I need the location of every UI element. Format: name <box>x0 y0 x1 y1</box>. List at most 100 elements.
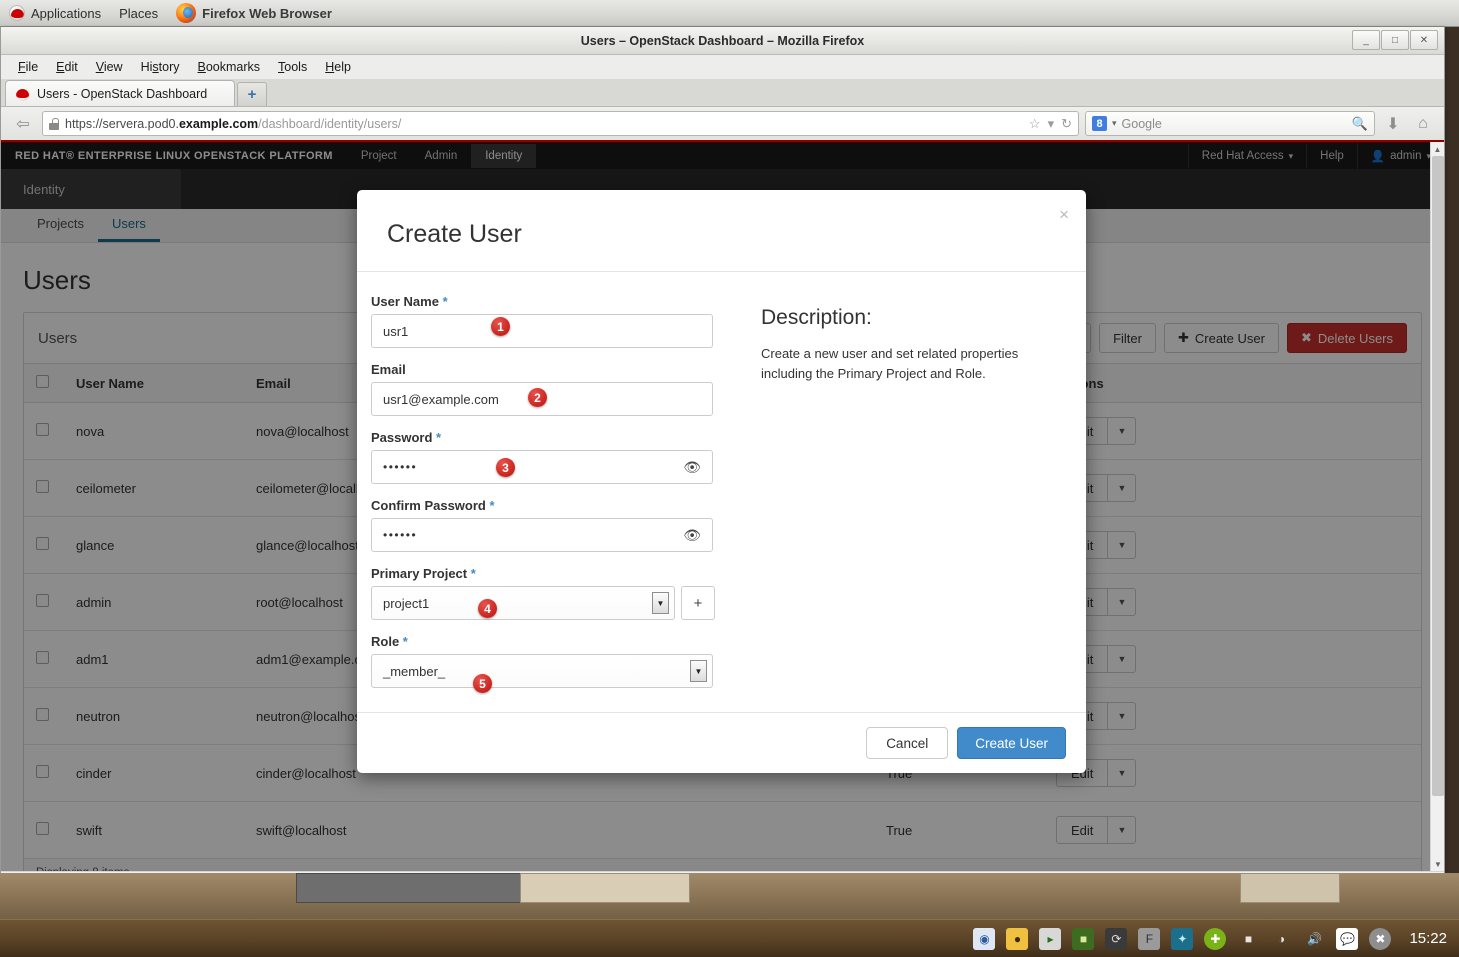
url-scheme: https://servera.pod0. <box>65 116 179 131</box>
role-select[interactable]: _member_ ▼ <box>371 654 713 688</box>
lock-icon <box>49 117 59 130</box>
step-marker-1: 1 <box>491 317 510 336</box>
search-bar[interactable]: 8 ▾ Google 🔍 <box>1085 111 1375 136</box>
add-project-button[interactable]: + <box>681 586 715 620</box>
field-confirm-password: Confirm Password * •••••• 👁 <box>371 498 743 552</box>
eye-icon[interactable]: 👁 <box>683 459 701 476</box>
minimize-button[interactable]: _ <box>1352 30 1380 50</box>
scroll-up-icon[interactable]: ▲ <box>1431 142 1444 156</box>
browser-tab-users[interactable]: Users - OpenStack Dashboard <box>5 80 235 106</box>
wifi-icon[interactable]: ◑ <box>1270 928 1292 950</box>
background-window-c[interactable] <box>1240 873 1340 903</box>
description-text: Create a new user and set related proper… <box>761 346 1019 381</box>
required-marker: * <box>436 430 442 445</box>
firefox-icon <box>176 3 197 23</box>
scroll-down-icon[interactable]: ▼ <box>1431 857 1444 871</box>
submit-create-user-button[interactable]: Create User <box>957 727 1066 759</box>
user-name-label: User Name * <box>371 294 743 309</box>
new-tab-button[interactable]: + <box>237 82 267 106</box>
confirm-password-label: Confirm Password * <box>371 498 743 513</box>
modal-footer: Cancel Create User <box>357 712 1086 773</box>
pidgin-icon[interactable]: ● <box>1006 927 1029 950</box>
primary-project-row: project1 ▼ + <box>371 586 743 620</box>
cancel-button[interactable]: Cancel <box>866 727 949 759</box>
page-vertical-scrollbar[interactable]: ▲ ▼ <box>1430 142 1444 871</box>
close-icon[interactable]: × <box>1059 205 1069 225</box>
spiral-icon[interactable]: ⟳ <box>1105 927 1128 950</box>
window-list-firefox[interactable]: Firefox Web Browser <box>167 0 341 26</box>
menu-edit[interactable]: Edit <box>47 58 87 76</box>
volume-icon[interactable]: 🔊 <box>1303 928 1325 950</box>
confirm-password-input[interactable]: •••••• 👁 <box>371 518 713 552</box>
background-window-a[interactable] <box>296 873 526 903</box>
background-window-b[interactable] <box>520 873 690 903</box>
close-button[interactable]: ✕ <box>1410 30 1438 50</box>
chevron-down-icon[interactable]: ▼ <box>652 592 669 614</box>
password-label: Password * <box>371 430 743 445</box>
messages-icon[interactable]: 💬 <box>1336 927 1359 950</box>
step-marker-4: 4 <box>478 599 497 618</box>
menu-file[interactable]: File <box>9 58 47 76</box>
eye-icon[interactable]: 👁 <box>683 527 701 544</box>
description-heading: Description: <box>761 306 872 329</box>
comet-icon[interactable]: ✦ <box>1171 927 1194 950</box>
display-settings-icon[interactable]: ◉ <box>973 927 996 950</box>
font-icon[interactable]: F <box>1138 927 1161 950</box>
confirm-password-value: •••••• <box>383 528 418 542</box>
chevron-down-icon[interactable]: ▼ <box>690 660 707 682</box>
required-marker: * <box>442 294 448 309</box>
window-list-label: Firefox Web Browser <box>202 5 332 21</box>
vertical-scroll-thumb[interactable] <box>1432 156 1444 796</box>
maximize-button[interactable]: □ <box>1381 30 1409 50</box>
field-role: Role * _member_ ▼ <box>371 634 743 688</box>
chevron-down-icon[interactable]: ▾ <box>1048 116 1055 132</box>
address-bar-url: https://servera.pod0.example.com/dashboa… <box>65 117 1023 131</box>
email-value: usr1@example.com <box>383 391 499 407</box>
user-name-label-text: User Name <box>371 294 439 309</box>
url-domain: example.com <box>178 116 259 131</box>
window-controls: _ □ ✕ <box>1352 30 1438 50</box>
primary-project-select[interactable]: project1 ▼ <box>371 586 675 620</box>
password-input[interactable]: •••••• 👁 <box>371 450 713 484</box>
password-value: •••••• <box>383 460 418 474</box>
places-menu[interactable]: Places <box>110 0 167 26</box>
reload-icon[interactable]: ↻ <box>1061 116 1072 132</box>
downloads-icon[interactable]: ⬇ <box>1381 112 1405 136</box>
file-manager-icon[interactable]: ▸ <box>1039 927 1062 950</box>
menu-bookmarks[interactable]: Bookmarks <box>189 58 270 76</box>
desktop-taskbar: ◉ ● ▸ ■ ⟳ F ✦ ✚ ■ ◑ 🔊 💬 ✖ 15:22 <box>0 919 1459 957</box>
tab-favicon-icon <box>16 86 30 101</box>
required-marker: * <box>470 566 476 581</box>
applications-menu[interactable]: Applications <box>0 0 110 26</box>
user-name-value: usr1 <box>383 323 409 339</box>
field-password: Password * •••••• 👁 <box>371 430 743 484</box>
user-name-input[interactable]: usr1 <box>371 314 713 348</box>
menu-history[interactable]: History <box>132 58 189 76</box>
bookmark-star-icon[interactable]: ☆ <box>1029 116 1041 132</box>
home-icon[interactable]: ⌂ <box>1411 112 1435 136</box>
chevron-down-icon[interactable]: ▾ <box>1112 118 1117 129</box>
role-value: _member_ <box>383 663 446 679</box>
address-bar[interactable]: https://servera.pod0.example.com/dashboa… <box>42 111 1079 136</box>
modal-title: Create User <box>387 220 522 248</box>
back-forward-icon[interactable]: ⇦ <box>10 112 36 136</box>
required-marker: * <box>402 634 408 649</box>
create-user-modal: Create User × User Name * usr1 Email usr… <box>357 190 1086 773</box>
clock[interactable]: 15:22 <box>1409 930 1447 947</box>
nvidia-settings-icon[interactable]: ■ <box>1072 927 1095 950</box>
search-engine-icon: 8 <box>1092 116 1107 131</box>
role-label-text: Role <box>371 634 400 649</box>
places-menu-label: Places <box>119 5 159 21</box>
battery-icon[interactable]: ■ <box>1237 928 1259 950</box>
password-label-text: Password <box>371 430 433 445</box>
menu-tools[interactable]: Tools <box>269 58 316 76</box>
step-marker-3: 3 <box>496 458 515 477</box>
modal-description: Description: Create a new user and set r… <box>743 294 1056 688</box>
menu-view[interactable]: View <box>87 58 132 76</box>
update-icon[interactable]: ✚ <box>1204 927 1227 950</box>
close-session-icon[interactable]: ✖ <box>1369 927 1392 950</box>
field-user-name: User Name * usr1 <box>371 294 743 348</box>
primary-project-label: Primary Project * <box>371 566 743 581</box>
search-icon[interactable]: 🔍 <box>1352 116 1368 132</box>
menu-help[interactable]: Help <box>316 58 360 76</box>
